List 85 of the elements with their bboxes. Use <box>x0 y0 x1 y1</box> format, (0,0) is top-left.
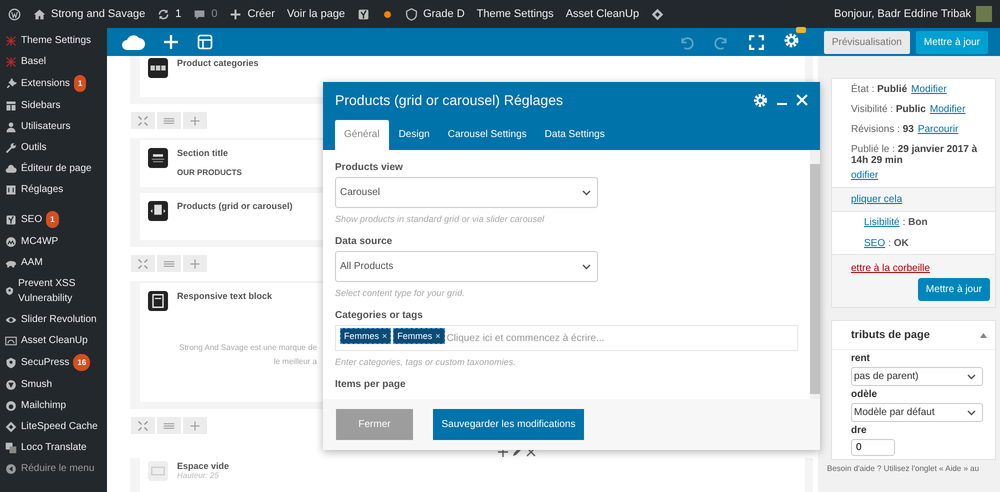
score-link[interactable]: SEO <box>864 238 886 249</box>
menu-item[interactable]: Extensions <box>21 76 70 91</box>
menu-item[interactable]: MC4WP <box>21 234 58 249</box>
trash-link[interactable]: ettre à la corbeille <box>851 263 990 274</box>
menu-item[interactable]: Mailchimp <box>21 398 66 413</box>
status-text: État : Publié <box>851 84 908 95</box>
score-value: : Bon <box>902 217 928 228</box>
element-card[interactable]: Espace vide Hauteur: 25 <box>140 458 805 492</box>
edit-link[interactable]: Parcourir <box>918 124 958 135</box>
field-label: Categories or tags <box>335 310 424 321</box>
count-badge: 1 <box>46 211 59 228</box>
tag-label: Femmes <box>344 331 380 341</box>
score-value: : OK <box>888 238 909 249</box>
explain-link[interactable]: pliquer cela <box>851 194 902 205</box>
element-title: Responsive text block <box>177 291 272 301</box>
tag-label: Femmes <box>397 331 432 341</box>
field-label: Items per page <box>335 379 407 390</box>
tab[interactable]: Design <box>390 120 438 150</box>
dropdown[interactable]: All Products <box>335 251 598 282</box>
element-subtitle: OUR PRODUCTS <box>177 168 242 177</box>
update-button[interactable]: Mettre à jour <box>918 278 990 301</box>
field-label: Data source <box>335 236 394 247</box>
menu-item[interactable]: Basel <box>21 54 46 69</box>
menu-link[interactable]: Strong and Savage <box>51 8 146 20</box>
save-button[interactable]: Sauvegarder les modifications <box>433 409 584 440</box>
menu-link[interactable]: Créer <box>247 8 275 20</box>
field-label: rent <box>851 353 871 364</box>
menu-item[interactable]: Asset CleanUp <box>21 333 88 348</box>
preview-text: Strong And Savage est une marque de <box>179 342 317 354</box>
greeting-text[interactable]: Bonjour, Badr Eddine Tribak <box>834 8 971 20</box>
menu-item[interactable]: LiteSpeed Cache <box>21 419 98 434</box>
field-label: odèle <box>851 389 878 400</box>
menu-item[interactable]: SEO <box>21 212 42 227</box>
element-title: Section title <box>177 148 228 158</box>
menu-item[interactable]: Éditeur de page <box>21 161 92 176</box>
menu-item[interactable]: Sidebars <box>21 98 60 113</box>
menu-link[interactable]: Voir la page <box>286 8 346 20</box>
menu-link[interactable]: 0 <box>211 8 218 20</box>
remove-tag-button[interactable]: × <box>435 331 441 341</box>
menu-item[interactable]: Smush <box>21 377 52 392</box>
order-field[interactable]: 0 <box>851 439 895 456</box>
edit-link[interactable]: Modifier <box>911 84 947 95</box>
score-link[interactable]: Lisibilité <box>864 217 900 228</box>
tab[interactable]: Général <box>335 120 389 150</box>
menu-link[interactable]: Asset CleanUp <box>566 8 640 20</box>
panel-title: tributs de page <box>851 329 930 341</box>
menu-item[interactable]: Slider Revolution <box>21 312 97 327</box>
menu-link[interactable]: Theme Settings <box>476 8 554 20</box>
edit-link[interactable]: odifier <box>851 170 878 181</box>
field-label: Products view <box>335 162 404 173</box>
edit-link[interactable]: Modifier <box>930 104 966 115</box>
menu-link[interactable]: Grade D <box>423 8 465 20</box>
element-title: Product categories <box>177 58 259 68</box>
tab[interactable]: Data Settings <box>536 120 613 150</box>
field-label: dre <box>851 425 868 436</box>
remove-tag-button[interactable]: × <box>382 331 388 341</box>
tab[interactable]: Carousel Settings <box>440 120 535 150</box>
dropdown[interactable]: Modèle par défaut <box>851 403 983 422</box>
preview-button[interactable]: Prévisualisation <box>824 30 910 54</box>
menu-item[interactable]: Outils <box>21 140 47 155</box>
help-text: Show products in standard grid or via slider carousel <box>335 214 546 224</box>
status-text: Publié le : 29 janvier 2017 à 14h 29 min <box>851 144 978 166</box>
element-title: Products (grid or carousel) <box>177 201 293 211</box>
status-text: Visibilité : Public <box>851 104 926 115</box>
menu-item[interactable]: Loco Translate <box>21 440 87 455</box>
element-title: Espace vide <box>177 461 230 471</box>
menu-item[interactable]: Réglages <box>21 182 64 197</box>
tag-field[interactable]: Femmes × Femmes × Cliquez ici et commencez à écrire... <box>335 325 798 351</box>
menu-item[interactable]: Prevent XSS Vulnerability <box>18 276 105 306</box>
menu-link[interactable]: 1 <box>175 8 182 20</box>
menu-item[interactable]: Theme Settings <box>21 33 92 48</box>
count-badge: 16 <box>73 354 90 371</box>
element-note: Hauteur: 25 <box>177 471 219 480</box>
help-text: Select content type for your grid. <box>335 288 466 298</box>
dropdown[interactable]: pas de parent) <box>851 367 983 386</box>
collapse-menu-link[interactable]: Réduire le menu <box>21 461 94 476</box>
menu-item[interactable]: Utilisateurs <box>21 119 70 134</box>
help-text: Enter categories, tags or custom taxonomies. <box>335 357 517 367</box>
help-text: Besoin d'aide ? Utilisez l'onglet « Aide » au <box>827 463 980 473</box>
menu-item[interactable]: AAM <box>21 255 43 270</box>
count-badge: 1 <box>74 75 86 92</box>
dropdown[interactable]: Carousel <box>335 177 598 208</box>
menu-item[interactable]: SecuPress <box>21 355 70 370</box>
status-text: Révisions : 93 <box>851 124 914 135</box>
preview-text: le meilleur a <box>274 356 317 368</box>
